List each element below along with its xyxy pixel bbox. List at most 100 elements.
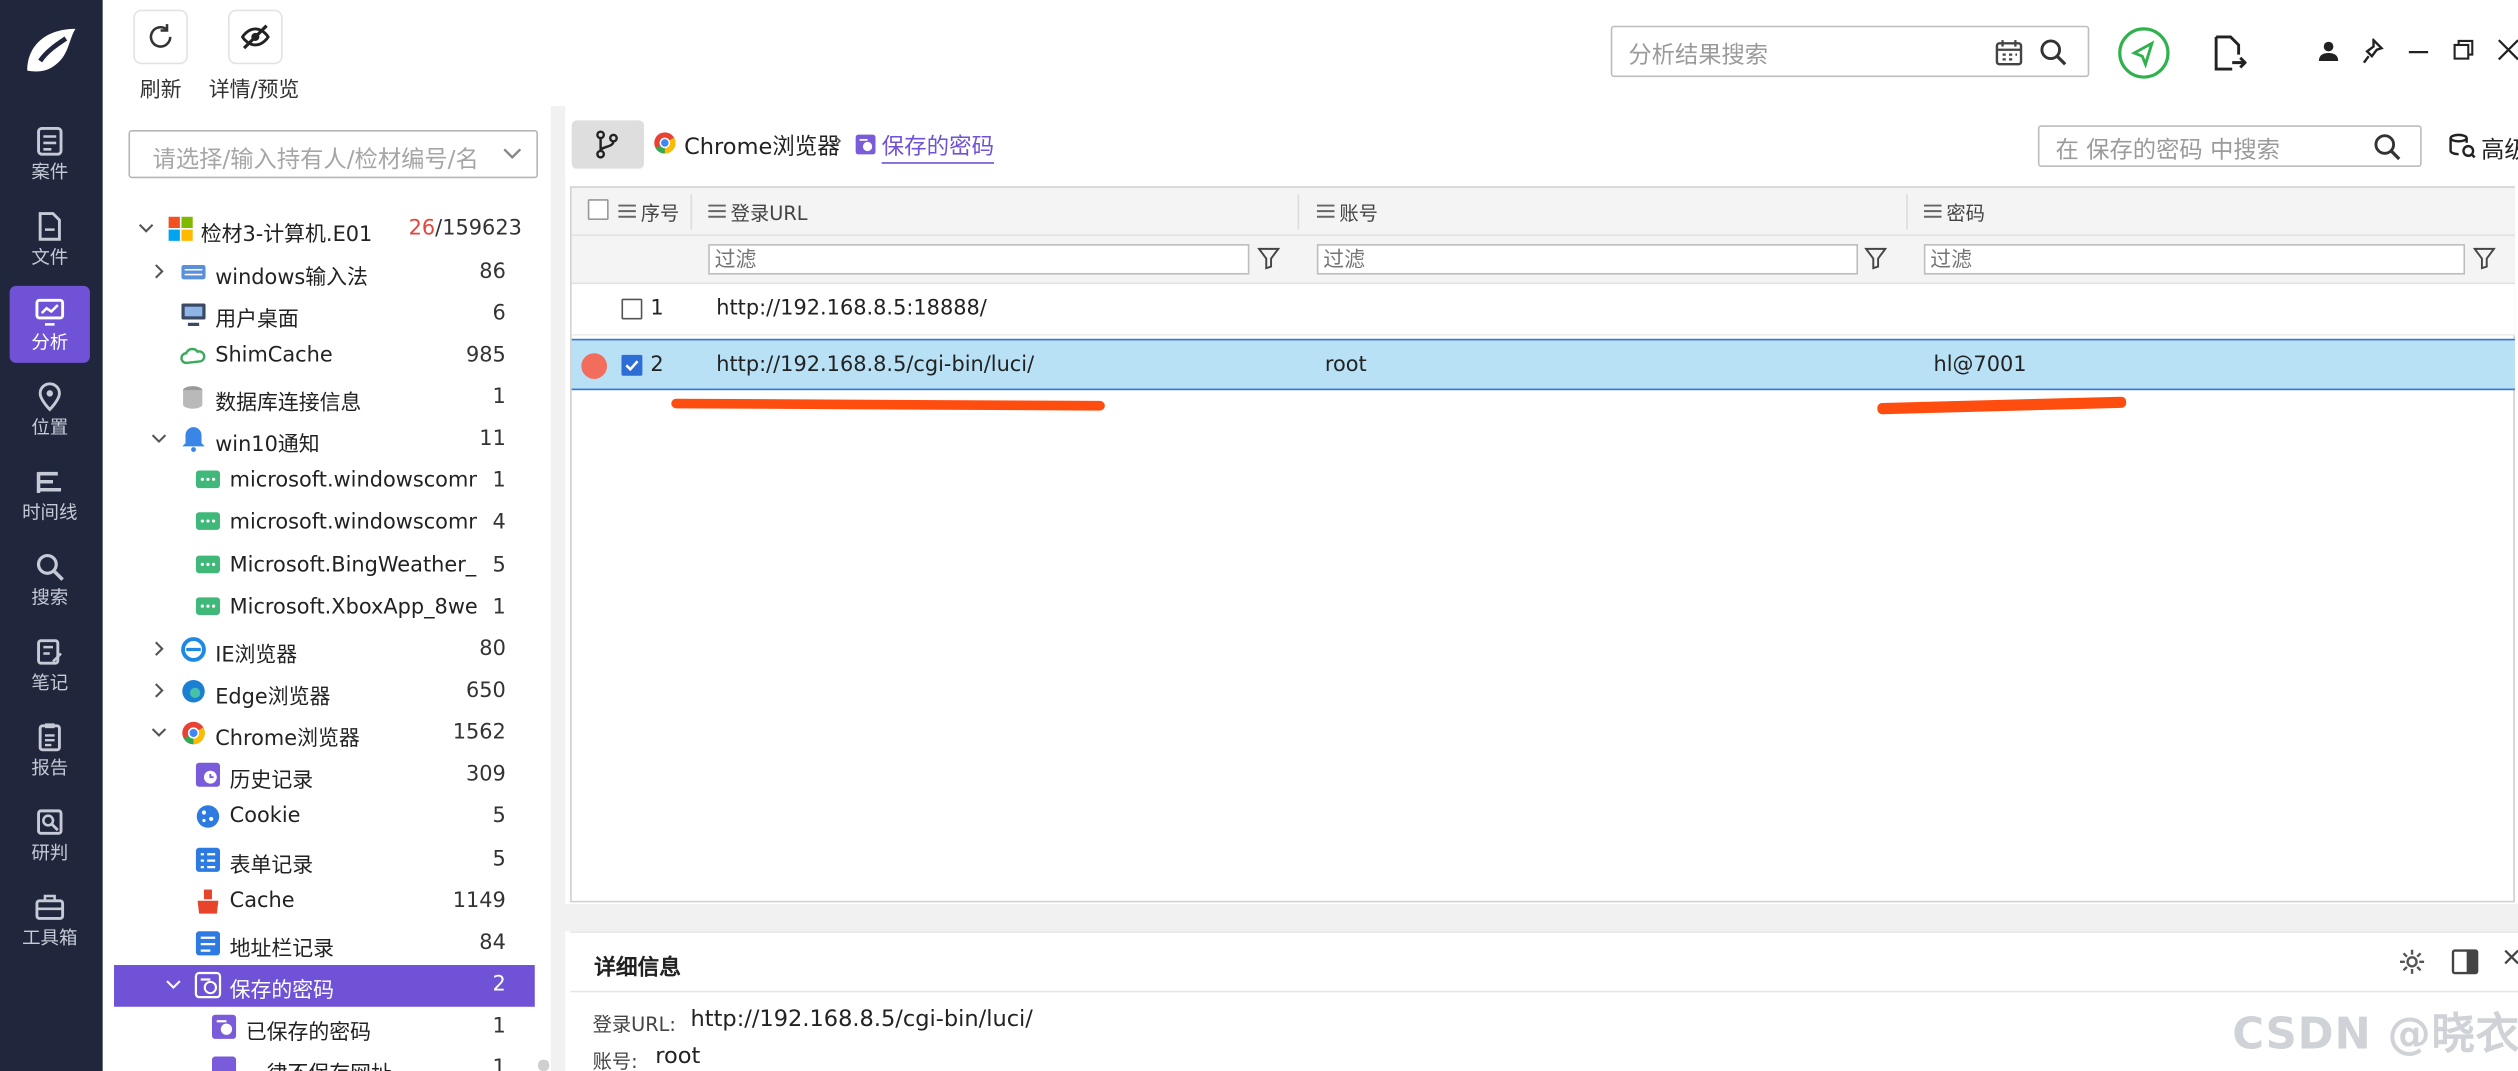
search-icon[interactable] (2038, 37, 2069, 68)
column-menu-icon[interactable] (708, 204, 726, 218)
settings-icon[interactable] (2398, 947, 2427, 976)
breadcrumb-current[interactable]: 保存的密码 (881, 130, 995, 164)
nav-file[interactable]: 文件 (10, 201, 90, 278)
grid-search-input[interactable]: 在 保存的密码 中搜索 (2037, 125, 2422, 167)
grid-search-placeholder: 在 保存的密码 中搜索 (2055, 138, 2280, 164)
chevron-down-icon[interactable] (165, 976, 181, 992)
tree-item-label: Microsoft.BingWeather_8... (229, 553, 477, 579)
select-all-checkbox[interactable] (587, 199, 609, 220)
export-icon[interactable] (2211, 34, 2247, 73)
tree-item-label: 表单记录 (229, 854, 314, 879)
column-header-url[interactable]: 登录URL (731, 199, 808, 226)
close-icon[interactable] (2504, 949, 2518, 975)
column-separator[interactable] (690, 194, 693, 230)
tree-item-notify-4[interactable]: Microsoft.XboxApp_8wek... 1 (103, 588, 549, 630)
chevron-right-icon[interactable] (151, 641, 167, 657)
calendar-icon[interactable] (1995, 39, 2024, 68)
tree-root[interactable]: 检材3-计算机.E01 26/159623 (103, 209, 549, 251)
column-header-index[interactable]: 序号 (641, 199, 680, 226)
pin-icon[interactable] (2362, 38, 2384, 65)
nav-report-label: 报告 (31, 756, 69, 779)
tree-item-notify-3[interactable]: Microsoft.BingWeather_8... 5 (103, 546, 549, 588)
tree-item-count: 1 (492, 595, 506, 620)
nav-location[interactable]: 位置 (10, 371, 90, 448)
nav-location-label: 位置 (31, 415, 69, 439)
chevron-right-icon[interactable] (151, 682, 167, 698)
tree-item-cache[interactable]: Cache 1149 (103, 882, 549, 924)
tree-item-shimcache[interactable]: ShimCache 985 (103, 336, 549, 378)
column-separator[interactable] (1906, 194, 1908, 230)
tree-item-count: 6 (492, 301, 506, 326)
minimize-icon[interactable] (2407, 50, 2429, 55)
nav-toolbox[interactable]: 工具箱 (10, 882, 90, 959)
analysis-search-input[interactable]: 分析结果搜索 (1610, 25, 2090, 78)
close-icon[interactable] (2497, 39, 2518, 61)
panel-toggle-icon[interactable] (2451, 947, 2480, 976)
nav-analysis[interactable]: 分析 (9, 285, 90, 363)
tree-item-never-save[interactable]: 一律不保存网址 1 (103, 1049, 549, 1071)
password-filter-input[interactable] (1923, 244, 2466, 275)
tree-item-chrome[interactable]: Chrome浏览器 1562 (103, 713, 549, 755)
column-menu-icon[interactable] (1316, 204, 1335, 218)
filter-icon[interactable] (2473, 247, 2496, 270)
bell-icon (182, 427, 205, 453)
tree-item-saved-logins[interactable]: 已保存的密码 1 (103, 1007, 549, 1049)
panel-divider[interactable] (550, 105, 566, 1071)
tree-item-notify-2[interactable]: microsoft.windowscomm... 4 (103, 503, 549, 545)
detail-preview-button[interactable] (228, 9, 283, 65)
row-checkbox[interactable] (621, 298, 643, 320)
judge-icon (37, 809, 63, 835)
restore-icon[interactable] (2452, 39, 2474, 61)
tree-item-address-bar[interactable]: 地址栏记录 84 (103, 923, 549, 965)
chevron-down-icon[interactable] (138, 220, 154, 236)
advanced-search-label[interactable]: 高级 (2481, 132, 2518, 166)
nav-notes[interactable]: 笔记 (10, 626, 90, 703)
send-button[interactable] (2118, 27, 2170, 79)
table-row-selected[interactable]: 2 http://192.168.8.5/cgi-bin/luci/ root … (571, 338, 2515, 391)
nav-report[interactable]: 报告 (10, 711, 90, 788)
nav-notes-label: 笔记 (31, 671, 69, 694)
column-header-account[interactable]: 账号 (1339, 199, 1378, 226)
tree-item-saved-passwords[interactable]: 保存的密码 2 (114, 965, 535, 1007)
nav-search[interactable]: 搜索 (10, 541, 90, 618)
tree-item-forms[interactable]: 表单记录 5 (103, 840, 549, 882)
nav-case[interactable]: 案件 (10, 116, 90, 193)
column-separator[interactable] (1297, 194, 1300, 230)
chevron-down-icon[interactable] (151, 724, 167, 740)
table-row[interactable]: 1 http://192.168.8.5:18888/ (571, 284, 2515, 336)
column-header-password[interactable]: 密码 (1946, 199, 1985, 226)
tree-item-ie[interactable]: IE浏览器 80 (103, 629, 549, 671)
filter-icon[interactable] (1257, 247, 1280, 270)
tree-item-cookie[interactable]: Cookie 5 (103, 796, 549, 838)
search-icon[interactable] (2372, 132, 2403, 163)
tree-item-edge[interactable]: Edge浏览器 650 (103, 671, 549, 713)
nav-judge[interactable]: 研判 (10, 796, 90, 873)
column-menu-icon[interactable] (618, 204, 636, 218)
tree-item-history[interactable]: 历史记录 309 (103, 755, 549, 797)
tree-item-user-desktop[interactable]: 用户桌面 6 (103, 294, 549, 336)
column-menu-icon[interactable] (1923, 204, 1942, 218)
nav-timeline[interactable]: 时间线 (10, 456, 90, 533)
breadcrumb-parent[interactable]: Chrome浏览器 (684, 130, 840, 162)
pane-splitter[interactable] (565, 904, 2518, 932)
refresh-button[interactable] (133, 9, 188, 65)
account-filter-input[interactable] (1316, 244, 1859, 275)
keyboard-icon (181, 264, 206, 280)
user-icon[interactable] (2317, 40, 2339, 62)
tree-item-win10-notify[interactable]: win10通知 11 (103, 419, 549, 461)
send-icon (2130, 40, 2155, 69)
url-filter-input[interactable] (708, 244, 1250, 275)
evidence-select[interactable]: 请选择/输入持有人/检材编号/名 (128, 130, 538, 179)
cloud-icon (180, 347, 206, 365)
tree-scrollbar[interactable] (537, 1059, 550, 1071)
chevron-down-icon[interactable] (151, 430, 167, 446)
tree-item-db-connection[interactable]: 数据库连接信息 1 (103, 377, 549, 419)
tree-item-windows-ime[interactable]: windows输入法 86 (103, 252, 549, 294)
row-checkbox[interactable] (621, 354, 643, 376)
chevron-right-icon[interactable] (151, 263, 167, 279)
advanced-search-icon[interactable] (2447, 132, 2476, 161)
branch-toggle-button[interactable] (571, 120, 644, 169)
tree-item-notify-1[interactable]: microsoft.windowscomm... 1 (103, 461, 549, 503)
filter-icon[interactable] (1864, 247, 1887, 270)
tree-item-label: Chrome浏览器 (215, 727, 360, 752)
